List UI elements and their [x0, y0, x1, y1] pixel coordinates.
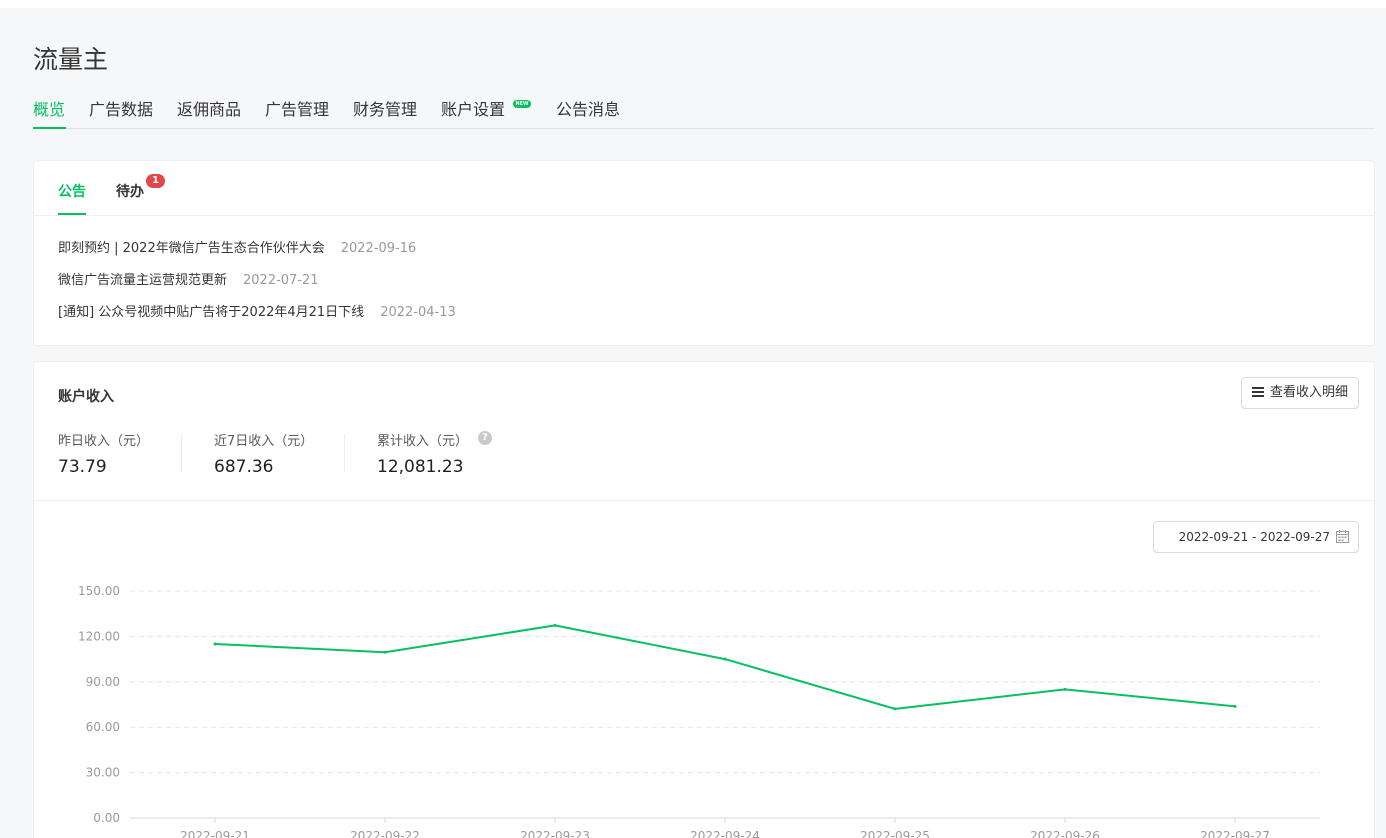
stat-yesterday: 昨日收入（元） 73.79 [58, 430, 150, 477]
tab-todo[interactable]: 待办 [116, 181, 144, 201]
date-range-value: 2022-09-21 - 2022-09-27 [1178, 530, 1330, 544]
stat-divider [181, 434, 182, 472]
view-income-details-button[interactable]: 查看收入明细 [1240, 377, 1359, 409]
tab-ad-management[interactable]: 广告管理 [265, 96, 329, 120]
data-point[interactable] [1063, 687, 1067, 691]
tab-announcements[interactable]: 公告消息 [556, 96, 620, 120]
notice-list: 即刻预约 | 2022年微信广告生态合作伙伴大会 2022-09-16 微信广告流… [58, 237, 456, 333]
notice-date: 2022-07-21 [243, 273, 319, 288]
data-point[interactable] [893, 707, 897, 711]
tab-ad-data[interactable]: 广告数据 [89, 96, 153, 120]
notice-title[interactable]: 微信广告流量主运营规范更新 [58, 273, 227, 288]
tab-announcement[interactable]: 公告 [58, 181, 86, 201]
notice-item[interactable]: 即刻预约 | 2022年微信广告生态合作伙伴大会 2022-09-16 [58, 237, 456, 269]
stat-last-7-days: 近7日收入（元） 687.36 [214, 430, 314, 477]
notice-item[interactable]: 微信广告流量主运营规范更新 2022-07-21 [58, 269, 456, 301]
notice-date: 2022-04-13 [380, 305, 456, 320]
data-point[interactable] [383, 650, 387, 654]
new-badge: NEW [513, 100, 531, 108]
top-bar [0, 0, 1386, 8]
stat-divider [344, 434, 345, 472]
stat-value: 687.36 [214, 457, 274, 477]
tab-account-settings[interactable]: 账户设置 [441, 96, 505, 120]
notice-date: 2022-09-16 [340, 241, 417, 256]
stat-total: 累计收入（元） 12,081.23 [377, 430, 469, 477]
data-point[interactable] [1233, 704, 1237, 708]
stat-label: 昨日收入（元） [58, 434, 150, 449]
section-divider [34, 500, 1374, 501]
income-title: 账户收入 [58, 389, 114, 405]
tab-overview[interactable]: 概览 [33, 96, 65, 120]
data-point[interactable] [553, 623, 557, 627]
notice-title[interactable]: [通知] 公众号视频中贴广告将于2022年4月21日下线 [58, 305, 364, 320]
page-title: 流量主 [33, 45, 109, 74]
stat-value: 12,081.23 [377, 457, 464, 477]
notice-item[interactable]: [通知] 公众号视频中贴广告将于2022年4月21日下线 2022-04-13 [58, 301, 456, 333]
notice-title[interactable]: 即刻预约 | 2022年微信广告生态合作伙伴大会 [58, 241, 325, 256]
help-icon[interactable]: ? [478, 431, 492, 445]
notice-card: 公告 待办 1 即刻预约 | 2022年微信广告生态合作伙伴大会 2022-09-… [33, 160, 1375, 346]
date-range-picker[interactable]: 2022-09-21 - 2022-09-27 [1153, 521, 1359, 553]
todo-count-badge: 1 [146, 174, 165, 188]
stat-label: 累计收入（元） [377, 434, 469, 449]
menu-icon [1251, 387, 1264, 397]
data-point[interactable] [723, 657, 727, 661]
income-card: 账户收入 查看收入明细 昨日收入（元） 73.79 近7日收入（元） 687.3… [33, 361, 1375, 838]
calendar-icon [1336, 530, 1349, 543]
main-nav: 概览 广告数据 返佣商品 广告管理 财务管理 账户设置 NEW 公告消息 [33, 86, 1375, 129]
notice-tabs: 公告 待办 1 [34, 161, 1374, 216]
view-income-details-label: 查看收入明细 [1269, 385, 1348, 400]
tab-rebate-products[interactable]: 返佣商品 [177, 96, 241, 120]
stat-value: 73.79 [58, 457, 107, 477]
data-point[interactable] [213, 642, 217, 646]
tab-finance[interactable]: 财务管理 [353, 96, 417, 120]
active-subtab-indicator [58, 213, 86, 215]
active-tab-indicator [33, 127, 66, 129]
stat-label: 近7日收入（元） [214, 434, 314, 449]
